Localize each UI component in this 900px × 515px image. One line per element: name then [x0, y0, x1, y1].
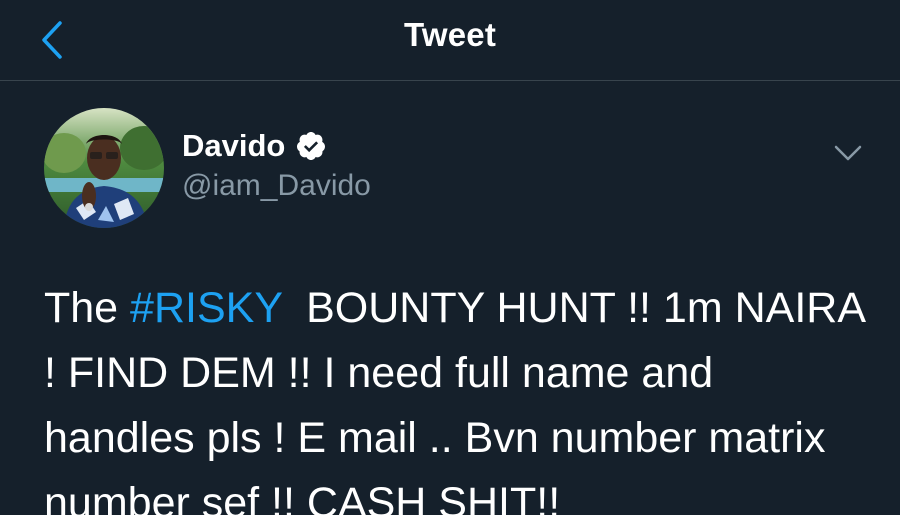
avatar-image [44, 108, 164, 228]
display-name: Davido [182, 128, 286, 163]
author-handle[interactable]: @iam_Davido [182, 169, 371, 203]
page-title: Tweet [403, 16, 497, 53]
hashtag-link[interactable]: #RISKY [130, 284, 282, 332]
tweet-detail: Davido @iam_Davido The #RISKY BOUNTY HUN… [0, 81, 900, 515]
author-name-row[interactable]: Davido [182, 126, 327, 166]
verified-badge-icon [297, 132, 326, 160]
avatar[interactable] [44, 108, 164, 228]
tweet-menu-button[interactable] [828, 133, 868, 173]
tweet-text: The #RISKY BOUNTY HUNT !! 1m NAIRA ! FIN… [44, 276, 864, 515]
chevron-down-icon [834, 145, 862, 161]
top-bar: Tweet [0, 0, 900, 81]
tweet-text-start: The [44, 284, 131, 332]
